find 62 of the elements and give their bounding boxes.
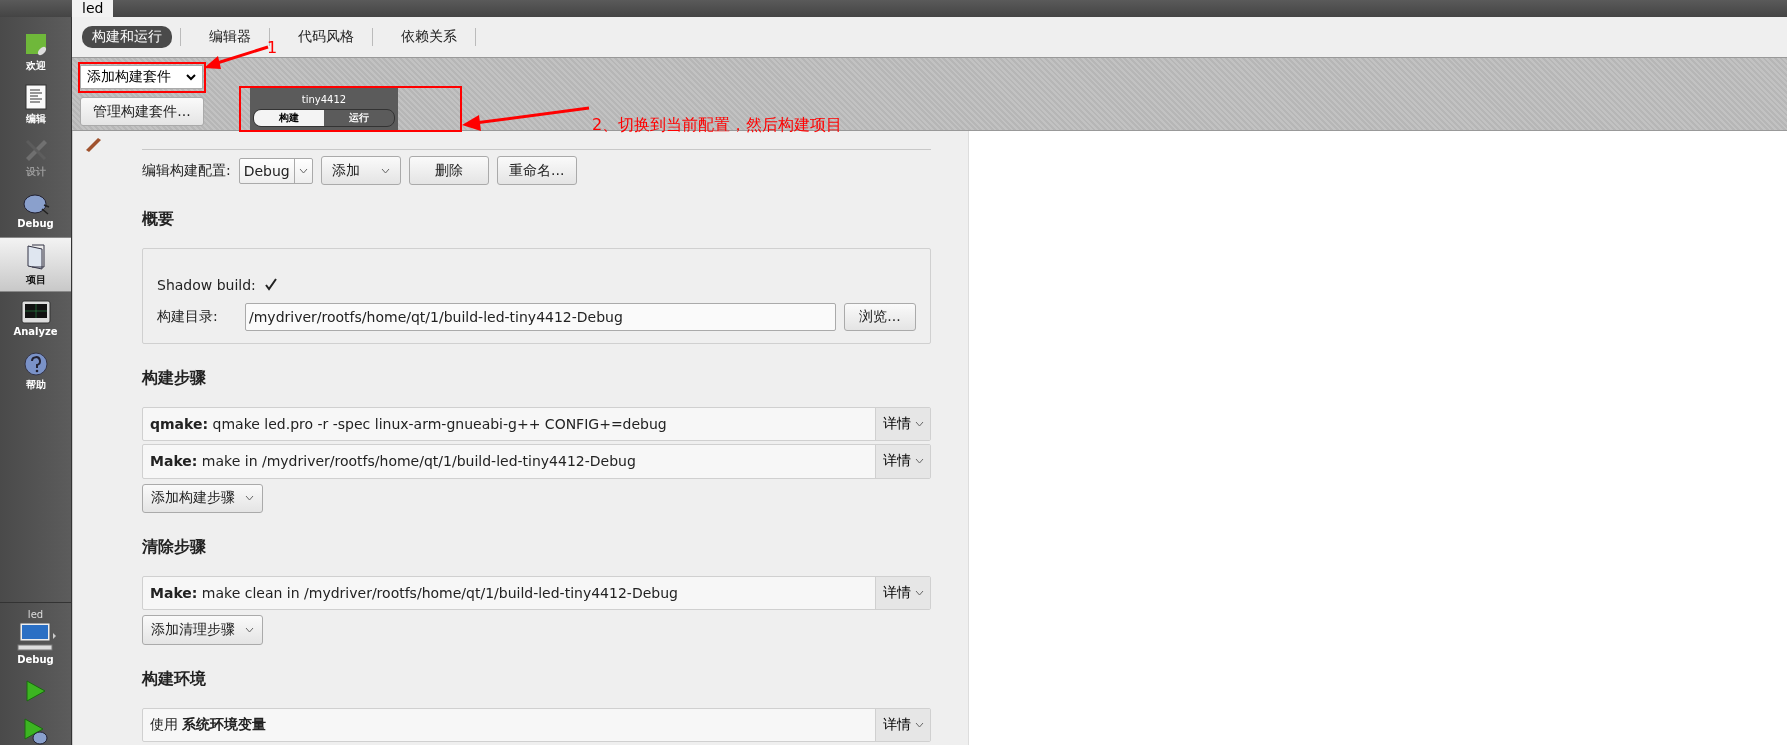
target-popup: tiny4412 构建 运行 [250, 88, 398, 131]
debug-run-icon[interactable] [22, 717, 49, 745]
config-dropdown[interactable]: Debug [238, 157, 313, 184]
add-step-button[interactable]: 添加清理步骤 [142, 615, 263, 645]
help-icon [23, 351, 48, 376]
section-heading: 概要 [142, 209, 174, 230]
build-dir-field[interactable]: /mydriver/rootfs/home/qt/1/build-led-tiny4412-Debug [245, 303, 836, 331]
mode-button[interactable]: Analyze [0, 292, 71, 345]
chevron-icon [914, 721, 924, 728]
project-tab[interactable]: led [72, 0, 114, 17]
target-selector[interactable]: led Debug [0, 602, 71, 665]
bug-icon [21, 192, 50, 216]
run-icon[interactable] [24, 679, 47, 703]
chevron-icon [298, 167, 308, 174]
details-button[interactable]: 详情 [875, 577, 930, 610]
details-button[interactable]: 详情 [875, 708, 930, 741]
settings-tab[interactable]: 代码风格 [288, 26, 364, 48]
mode-button[interactable]: 编辑 [0, 78, 71, 131]
mode-button[interactable]: 欢迎 [0, 25, 71, 78]
chevron-icon [245, 495, 254, 502]
section-heading: 构建环境 [142, 668, 206, 690]
shadow-build-label: Shadow build: [157, 277, 256, 293]
rename-config-button[interactable]: 重命名... [496, 156, 577, 185]
config-label: 编辑构建配置: [142, 161, 231, 180]
step-summary: Make: make in /mydriver/rootfs/home/qt/1/build-led-tiny4412-Debug [149, 453, 637, 470]
mode-button[interactable]: Debug [0, 184, 71, 237]
annotation-arrow [204, 45, 269, 69]
chevron-icon [914, 458, 924, 465]
step-summary: 使用 系统环境变量 [149, 715, 268, 734]
section-heading: 清除步骤 [142, 537, 206, 558]
mode-toggle[interactable]: 运行 [324, 110, 394, 126]
chevron-icon [380, 167, 390, 174]
step-summary: Make: make clean in /mydriver/rootfs/home/qt/1/build-led-tiny4412-Debug [149, 585, 679, 602]
shadow-build-checkbox[interactable] [263, 278, 278, 292]
mode-button[interactable]: 项目 [0, 237, 71, 292]
kit-dropdown[interactable]: 添加构建套件 [80, 65, 203, 89]
monitor-icon [20, 300, 51, 324]
details-button[interactable]: 详情 [875, 445, 930, 478]
wrench-icon [84, 136, 102, 152]
chevron-icon [914, 590, 924, 597]
section-heading: 构建步骤 [142, 368, 206, 389]
add-config-button[interactable]: 添加 [320, 156, 401, 185]
manage-kits-button[interactable]: 管理构建套件... [80, 97, 204, 126]
chevron-icon [186, 73, 196, 81]
build-dir-label: 构建目录: [157, 308, 219, 326]
add-step-button[interactable]: 添加构建步骤 [142, 483, 263, 513]
annotation-text: 2、切换到当前配置，然后构建项目 [592, 115, 843, 136]
settings-tab[interactable]: 依赖关系 [391, 26, 467, 48]
folder-icon [24, 242, 47, 271]
browse-button[interactable]: 浏览... [844, 303, 916, 331]
computer-icon [15, 622, 56, 652]
document-icon [24, 83, 47, 110]
details-button[interactable]: 详情 [875, 408, 930, 441]
step-summary: qmake: qmake led.pro -r -spec linux-arm-gnueabi-g++ CONFIG+=debug [149, 416, 668, 433]
annotation-text: 1 [267, 38, 278, 57]
mode-toggle[interactable]: 构建 [254, 110, 324, 126]
delete-config-button[interactable]: 删除 [408, 156, 489, 185]
chevron-icon [914, 421, 924, 428]
settings-tab[interactable]: 构建和运行 [82, 26, 172, 48]
settings-tab[interactable]: 编辑器 [199, 26, 261, 48]
mode-button[interactable]: 帮助 [0, 345, 71, 398]
chevron-icon [245, 627, 254, 633]
